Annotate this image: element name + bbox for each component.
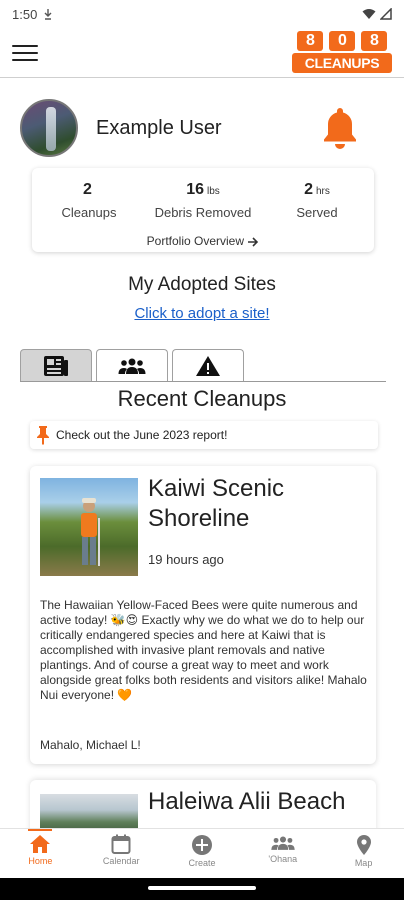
cleanup-card[interactable]: Kaiwi Scenic Shoreline 19 hours ago The … (30, 466, 376, 764)
people-icon (118, 358, 146, 374)
tab-ohana[interactable] (96, 349, 168, 381)
app-bar: 8 0 8 CLEANUPS (0, 28, 404, 78)
home-gesture-handle[interactable] (148, 886, 256, 890)
logo-digit: 0 (329, 30, 355, 51)
report-banner[interactable]: Check out the June 2023 report! (30, 421, 378, 449)
portfolio-overview-link[interactable]: Portfolio Overview (32, 234, 374, 248)
people-icon (271, 836, 295, 850)
cleanup-photo (40, 478, 138, 576)
nav-ohana[interactable]: 'Ohana (243, 829, 323, 878)
cleanup-signature: Mahalo, Michael L! (40, 738, 141, 752)
report-banner-text: Check out the June 2023 report! (56, 428, 228, 442)
plus-circle-icon (191, 835, 212, 855)
menu-icon (12, 44, 38, 47)
stats-card: 2 Cleanups 16 lbs Debris Removed 2 hrs Ser… (32, 168, 374, 252)
nav-label: Create (188, 858, 216, 868)
status-bar: 1:50 (0, 0, 404, 28)
nav-create[interactable]: Create (162, 829, 242, 878)
stat-cleanups: 2 Cleanups (34, 181, 144, 220)
system-gesture-bar (0, 878, 404, 900)
feed-tabs (20, 349, 244, 381)
nav-home[interactable]: Home (0, 829, 80, 878)
logo-digit: 8 (297, 30, 323, 51)
tab-alerts[interactable] (172, 349, 244, 381)
wifi-icon (362, 9, 376, 19)
nav-label: Calendar (102, 856, 140, 866)
notification-icon (44, 9, 52, 20)
logo-word: CLEANUPS (292, 52, 392, 73)
nav-map[interactable]: Map (324, 829, 404, 878)
stat-unit: hrs (316, 186, 330, 197)
nav-label: Map (354, 858, 373, 868)
stat-unit: lbs (207, 186, 220, 197)
arrow-right-icon (248, 237, 259, 247)
stat-hours: 2 hrs Served (262, 181, 372, 220)
stat-debris: 16 lbs Debris Removed (148, 181, 258, 220)
avatar[interactable] (20, 99, 78, 157)
stat-label: Debris Removed (154, 205, 252, 220)
bell-icon[interactable] (320, 106, 360, 150)
user-name: Example User (96, 116, 222, 139)
cleanup-title: Haleiwa Alii Beach (148, 788, 346, 815)
warning-icon (196, 355, 220, 376)
stat-value: 2 (83, 181, 92, 198)
adopted-sites-title: My Adopted Sites (128, 274, 276, 295)
pushpin-icon (37, 426, 49, 445)
map-pin-icon (356, 835, 371, 855)
newspaper-icon (44, 355, 68, 376)
profile-header: Example User (20, 98, 384, 158)
cleanup-title: Kaiwi Scenic Shoreline (148, 475, 285, 532)
adopt-site-link[interactable]: Click to adopt a site! (0, 305, 404, 322)
home-icon (30, 835, 51, 853)
calendar-icon (111, 834, 131, 854)
status-time: 1:50 (12, 6, 38, 22)
nav-label: 'Ohana (268, 854, 298, 864)
stat-value: 2 (304, 181, 313, 198)
menu-button[interactable] (12, 42, 38, 64)
nav-label: Home (28, 856, 53, 866)
stat-label: Served (296, 205, 338, 220)
tab-news[interactable] (20, 349, 92, 381)
cleanup-time: 19 hours ago (148, 552, 224, 567)
app-logo: 8 0 8 CLEANUPS (292, 30, 392, 75)
nav-calendar[interactable]: Calendar (81, 829, 161, 878)
stat-label: Cleanups (61, 205, 117, 220)
bottom-nav: Home Calendar Create 'Ohana Map (0, 828, 404, 878)
stat-value: 16 (186, 181, 204, 198)
recent-cleanups-title: Recent Cleanups (117, 386, 287, 411)
signal-icon (380, 8, 392, 20)
portfolio-link-label: Portfolio Overview (146, 234, 245, 248)
logo-digit: 8 (361, 30, 387, 51)
cleanup-description: The Hawaiian Yellow-Faced Bees were quit… (40, 598, 367, 702)
tabs-divider (20, 381, 386, 382)
